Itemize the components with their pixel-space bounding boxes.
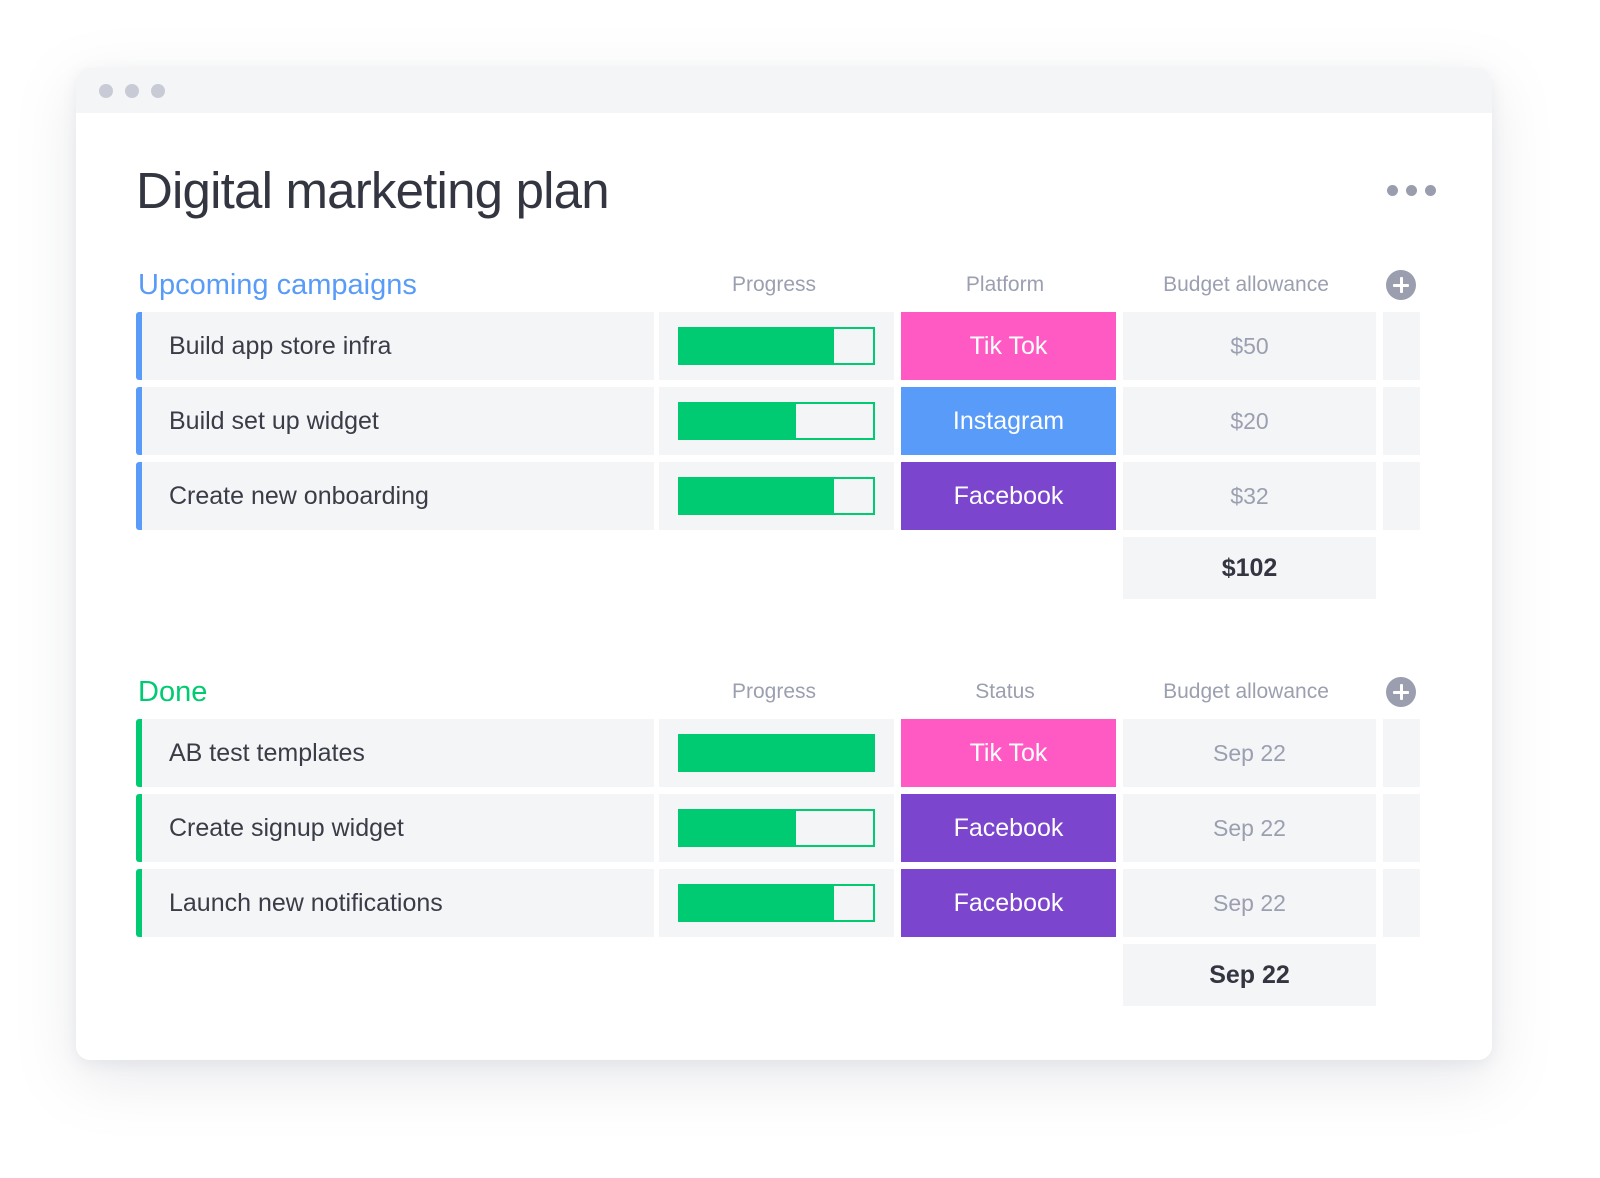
row-extra-cell[interactable]: [1383, 869, 1420, 937]
row-status-chip[interactable]: Facebook: [901, 869, 1116, 937]
row-extra-cell[interactable]: [1383, 312, 1420, 380]
progress-bar[interactable]: [678, 734, 875, 772]
progress-bar-fill: [680, 329, 835, 363]
row-budget[interactable]: Sep 22: [1123, 794, 1376, 862]
table-row[interactable]: Build set up widget Instagram $20: [136, 387, 1436, 455]
group-summary-upcoming: $102: [136, 537, 1436, 599]
screen-canvas: Digital marketing plan Upcoming campaign…: [0, 0, 1600, 1178]
group-header-done: Done Progress Status Budget allowance: [136, 665, 1436, 719]
group-title-done[interactable]: Done: [136, 677, 654, 707]
table-row[interactable]: Create signup widget Facebook Sep 22: [136, 794, 1436, 862]
window-maximize-dot[interactable]: [151, 83, 165, 98]
progress-bar[interactable]: [678, 327, 875, 365]
kebab-dot-3: [1425, 185, 1436, 196]
row-platform-chip[interactable]: Instagram: [901, 387, 1116, 455]
window-titlebar: [76, 68, 1492, 113]
add-column-icon[interactable]: [1386, 270, 1416, 300]
progress-bar-fill: [680, 886, 835, 920]
progress-bar-fill: [680, 811, 796, 845]
row-name[interactable]: Launch new notifications: [142, 869, 654, 937]
row-name[interactable]: Create new onboarding: [142, 462, 654, 530]
more-options-icon[interactable]: [1387, 185, 1436, 196]
row-platform-chip[interactable]: Facebook: [901, 462, 1116, 530]
row-extra-cell[interactable]: [1383, 387, 1420, 455]
row-progress-cell[interactable]: [659, 794, 894, 862]
progress-bar[interactable]: [678, 402, 875, 440]
table-row[interactable]: Create new onboarding Facebook $32: [136, 462, 1436, 530]
row-extra-cell[interactable]: [1383, 462, 1420, 530]
window-close-dot[interactable]: [99, 83, 113, 98]
page-header: Digital marketing plan: [136, 165, 1442, 216]
row-name[interactable]: AB test templates: [142, 719, 654, 787]
row-budget[interactable]: Sep 22: [1123, 869, 1376, 937]
group-done: Done Progress Status Budget allowance AB…: [136, 665, 1436, 1006]
summary-budget-total: $102: [1123, 537, 1376, 599]
group-header-upcoming: Upcoming campaigns Progress Platform Bud…: [136, 258, 1436, 312]
row-name[interactable]: Build set up widget: [142, 387, 654, 455]
row-progress-cell[interactable]: [659, 312, 894, 380]
row-progress-cell[interactable]: [659, 387, 894, 455]
row-progress-cell[interactable]: [659, 719, 894, 787]
row-budget[interactable]: $50: [1123, 312, 1376, 380]
row-extra-cell[interactable]: [1383, 719, 1420, 787]
row-name[interactable]: Build app store infra: [142, 312, 654, 380]
row-platform-chip[interactable]: Tik Tok: [901, 312, 1116, 380]
column-header-platform[interactable]: Platform: [894, 273, 1116, 297]
column-header-status[interactable]: Status: [894, 680, 1116, 704]
progress-bar-fill: [680, 736, 873, 770]
progress-bar[interactable]: [678, 809, 875, 847]
row-progress-cell[interactable]: [659, 869, 894, 937]
add-column-cell: [1376, 677, 1426, 707]
progress-bar-fill: [680, 479, 835, 513]
row-status-chip[interactable]: Facebook: [901, 794, 1116, 862]
column-header-progress[interactable]: Progress: [654, 273, 894, 297]
row-extra-cell[interactable]: [1383, 794, 1420, 862]
row-name[interactable]: Create signup widget: [142, 794, 654, 862]
row-progress-cell[interactable]: [659, 462, 894, 530]
page-title: Digital marketing plan: [136, 162, 610, 219]
progress-bar[interactable]: [678, 884, 875, 922]
table-row[interactable]: Launch new notifications Facebook Sep 22: [136, 869, 1436, 937]
add-column-icon[interactable]: [1386, 677, 1416, 707]
kebab-dot-2: [1406, 185, 1417, 196]
group-title-upcoming[interactable]: Upcoming campaigns: [136, 270, 654, 300]
window-content: Digital marketing plan Upcoming campaign…: [76, 113, 1492, 1060]
progress-bar[interactable]: [678, 477, 875, 515]
kebab-dot-1: [1387, 185, 1398, 196]
row-budget[interactable]: $20: [1123, 387, 1376, 455]
progress-bar-fill: [680, 404, 796, 438]
browser-window: Digital marketing plan Upcoming campaign…: [76, 68, 1492, 1060]
board: Upcoming campaigns Progress Platform Bud…: [136, 258, 1436, 1006]
summary-budget-total: Sep 22: [1123, 944, 1376, 1006]
row-budget[interactable]: $32: [1123, 462, 1376, 530]
table-row[interactable]: Build app store infra Tik Tok $50: [136, 312, 1436, 380]
column-header-budget-allowance[interactable]: Budget allowance: [1116, 273, 1376, 297]
row-status-chip[interactable]: Tik Tok: [901, 719, 1116, 787]
window-minimize-dot[interactable]: [125, 83, 139, 98]
group-summary-done: Sep 22: [136, 944, 1436, 1006]
row-budget[interactable]: Sep 22: [1123, 719, 1376, 787]
table-row[interactable]: AB test templates Tik Tok Sep 22: [136, 719, 1436, 787]
column-header-budget-allowance[interactable]: Budget allowance: [1116, 680, 1376, 704]
column-header-progress[interactable]: Progress: [654, 680, 894, 704]
group-upcoming: Upcoming campaigns Progress Platform Bud…: [136, 258, 1436, 599]
add-column-cell: [1376, 270, 1426, 300]
